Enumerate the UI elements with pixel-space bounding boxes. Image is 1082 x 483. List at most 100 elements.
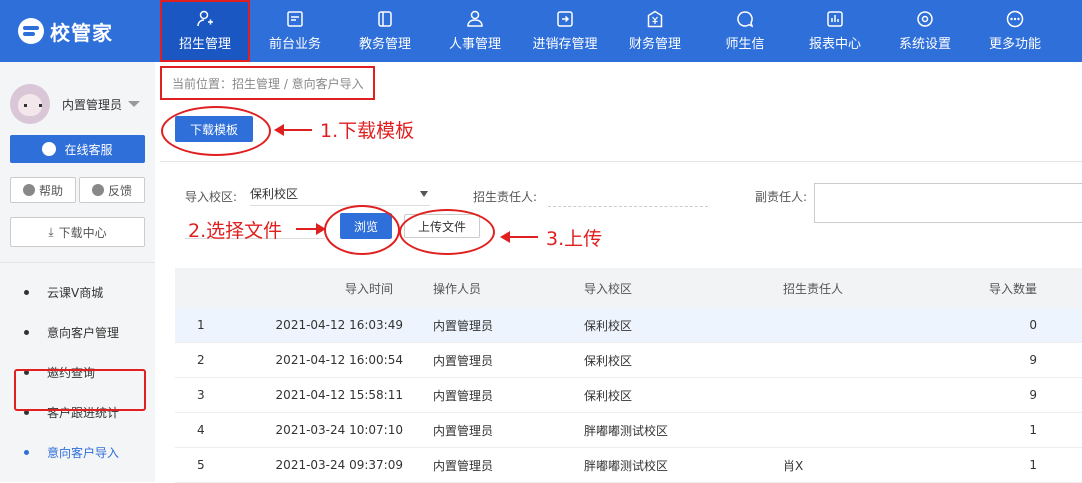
import-history-table: 导入时间 操作人员 导入校区 招生责任人 导入数量 1 2021-04-12 1…: [175, 268, 1082, 483]
cell-campus: 胖嘟嘟测试校区: [584, 423, 669, 438]
nav-item-inventory[interactable]: 进销存管理: [520, 0, 610, 62]
nav-item-messaging[interactable]: 师生信: [700, 0, 790, 62]
nav-label: 师生信: [725, 37, 765, 52]
bullet-icon: [24, 409, 29, 415]
bullet-icon: [24, 289, 29, 295]
logo-text: 校管家: [50, 20, 113, 45]
sidebar-item-appointment-query[interactable]: 邀约查询: [0, 352, 155, 392]
chat-bubble-icon: [42, 142, 57, 156]
sidebar-item-mall[interactable]: 云课V商城: [0, 272, 155, 312]
online-service-label: 在线客服: [64, 142, 113, 157]
nav-label: 财务管理: [628, 37, 681, 52]
download-icon: ⤓: [48, 224, 54, 239]
user-profile[interactable]: 内置管理员: [10, 84, 141, 124]
owner-label: 招生责任人:: [473, 190, 538, 204]
sidebar-item-label: 客户跟进统计: [47, 405, 120, 420]
deputy-label: 副责任人:: [755, 190, 808, 204]
top-navigation-bar: 校管家 招生管理 前台业务 教务管理 人事管理 进销存管理 财务管理 师生信 报…: [0, 0, 1082, 62]
header-operator: 操作人员: [433, 281, 482, 296]
deputy-field[interactable]: [814, 183, 1082, 223]
main-nav: 招生管理 前台业务 教务管理 人事管理 进销存管理 财务管理 师生信 报表中心: [160, 0, 1060, 62]
sidebar-divider: [0, 262, 155, 263]
header-import-time: 导入时间: [344, 281, 393, 296]
nav-item-finance[interactable]: 财务管理: [610, 0, 700, 62]
table-row[interactable]: 2 2021-04-12 16:00:54 内置管理员 保利校区 9: [175, 343, 1082, 378]
nav-item-more[interactable]: 更多功能: [970, 0, 1060, 62]
download-center-label: 下载中心: [58, 225, 107, 240]
login-icon: [556, 10, 574, 28]
table-row[interactable]: 5 2021-03-24 09:37:09 内置管理员 胖嘟嘟测试校区 肖X 1: [175, 448, 1082, 483]
sidebar-menu: 云课V商城 意向客户管理 邀约查询 客户跟进统计 意向客户导入: [0, 272, 155, 472]
cell-index: 5: [197, 458, 205, 472]
nav-label: 进销存管理: [532, 37, 598, 52]
nav-item-reports[interactable]: 报表中心: [790, 0, 880, 62]
nav-label: 报表中心: [808, 37, 861, 52]
more-icon: [1006, 10, 1024, 28]
step3-annotation: 3.上传: [546, 228, 603, 250]
cell-count: 1: [1029, 458, 1037, 472]
help-button[interactable]: 帮助: [10, 177, 76, 203]
nav-label: 教务管理: [358, 37, 411, 52]
cell-campus: 胖嘟嘟测试校区: [584, 458, 669, 473]
bullet-icon: [24, 329, 29, 335]
online-service-button[interactable]: 在线客服: [10, 135, 145, 163]
table-row[interactable]: 1 2021-04-12 16:03:49 内置管理员 保利校区 0: [175, 308, 1082, 343]
gear-icon: [916, 10, 934, 28]
logo-icon: [18, 18, 44, 44]
step2-annotation: 2.选择文件: [188, 220, 283, 242]
sidebar-item-lead-import[interactable]: 意向客户导入: [0, 432, 155, 472]
feedback-button[interactable]: 反馈: [79, 177, 145, 203]
upload-file-button[interactable]: 上传文件: [404, 214, 480, 238]
feedback-label: 反馈: [107, 183, 132, 198]
cell-count: 0: [1029, 318, 1037, 332]
app-logo[interactable]: 校管家: [18, 16, 113, 46]
nav-item-hr[interactable]: 人事管理: [430, 0, 520, 62]
sidebar-item-lead-management[interactable]: 意向客户管理: [0, 312, 155, 352]
table-header: 导入时间 操作人员 导入校区 招生责任人 导入数量: [175, 268, 1082, 308]
sidebar: 内置管理员 在线客服 帮助 反馈 ⤓ 下载中心 云课V商城 意向客户管理 邀约查…: [0, 62, 155, 482]
sidebar-item-label: 意向客户管理: [47, 325, 120, 340]
browse-button[interactable]: 浏览: [340, 213, 392, 239]
table-row[interactable]: 3 2021-04-12 15:58:11 内置管理员 保利校区 9: [175, 378, 1082, 413]
sidebar-item-label: 云课V商城: [47, 285, 104, 300]
cell-operator: 内置管理员: [433, 353, 494, 368]
download-template-button[interactable]: 下载模板: [175, 116, 253, 142]
avatar: [10, 84, 50, 124]
header-count: 导入数量: [988, 281, 1037, 296]
cell-owner: 肖X: [783, 458, 804, 473]
cell-index: 4: [197, 423, 205, 437]
cell-operator: 内置管理员: [433, 318, 494, 333]
table-row[interactable]: 4 2021-03-24 10:07:10 内置管理员 胖嘟嘟测试校区 1: [175, 413, 1082, 448]
download-center-button[interactable]: ⤓ 下载中心: [10, 217, 145, 247]
arrow-icon: [500, 231, 538, 243]
sidebar-item-followup-stats[interactable]: 客户跟进统计: [0, 392, 155, 432]
nav-label: 招生管理: [178, 37, 231, 52]
nav-item-enrollment[interactable]: 招生管理: [160, 0, 250, 62]
book-icon: [376, 10, 394, 28]
nav-item-front-desk[interactable]: 前台业务: [250, 0, 340, 62]
cell-import-time: 2021-04-12 16:03:49: [275, 318, 403, 332]
cell-import-time: 2021-03-24 10:07:10: [275, 423, 403, 437]
nav-item-settings[interactable]: 系统设置: [880, 0, 970, 62]
cell-import-time: 2021-04-12 15:58:11: [275, 388, 403, 402]
chart-icon: [826, 10, 844, 28]
nav-label: 前台业务: [268, 37, 321, 52]
money-icon: [646, 10, 664, 28]
arrow-icon: [296, 223, 326, 235]
header-owner: 招生责任人: [783, 281, 844, 296]
nav-item-academic[interactable]: 教务管理: [340, 0, 430, 62]
monitor-icon: [286, 10, 304, 28]
nav-label: 系统设置: [898, 37, 951, 52]
sidebar-item-label: 意向客户导入: [47, 445, 120, 460]
chevron-down-icon[interactable]: [128, 101, 141, 107]
question-icon: [22, 184, 35, 196]
owner-field[interactable]: [548, 206, 708, 207]
cell-count: 1: [1029, 423, 1037, 437]
feedback-icon: [91, 184, 104, 196]
campus-select[interactable]: 保利校区: [250, 182, 430, 206]
cell-index: 2: [197, 353, 205, 367]
cell-index: 3: [197, 388, 205, 402]
bullet-icon: [24, 449, 29, 455]
cell-operator: 内置管理员: [433, 388, 494, 403]
header-campus: 导入校区: [584, 281, 633, 296]
